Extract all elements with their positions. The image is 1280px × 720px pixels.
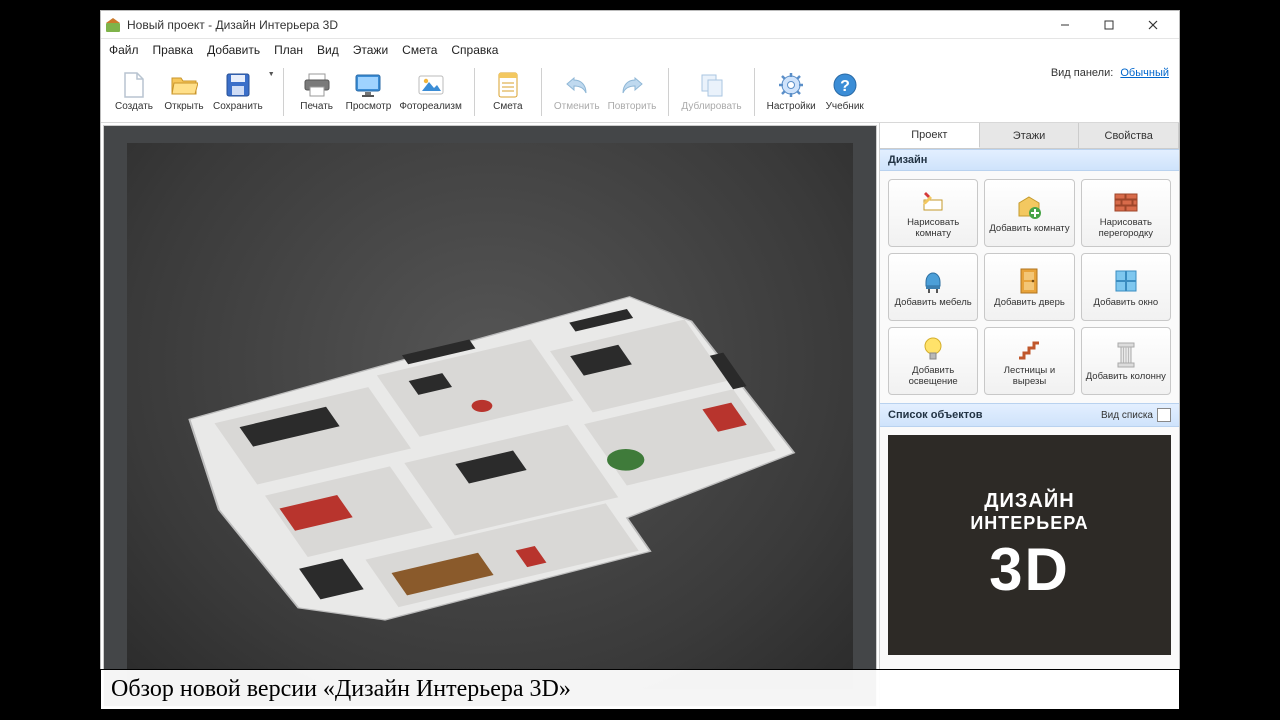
design-section-header: Дизайн <box>880 149 1179 171</box>
draw-partition-button[interactable]: Нарисовать перегородку <box>1081 179 1171 247</box>
undo-button[interactable]: Отменить <box>550 65 604 119</box>
video-caption: Обзор новой версии «Дизайн Интерьера 3D» <box>100 669 1180 710</box>
estimate-button[interactable]: Смета <box>483 65 533 119</box>
panel-mode: Вид панели: Обычный <box>1051 67 1169 79</box>
render-canvas <box>127 143 853 688</box>
add-furniture-button[interactable]: Добавить мебель <box>888 253 978 321</box>
add-column-button[interactable]: Добавить колонну <box>1081 327 1171 395</box>
help-icon: ? <box>831 71 859 99</box>
maximize-button[interactable] <box>1087 11 1131 39</box>
object-list: ДИЗАЙН ИНТЕРЬЕРА 3D <box>880 427 1179 709</box>
undo-icon <box>563 71 591 99</box>
3d-viewport[interactable] <box>103 125 877 707</box>
app-window: Новый проект - Дизайн Интерьера 3D Файл … <box>100 10 1180 710</box>
pencil-room-icon <box>919 187 947 215</box>
tab-project[interactable]: Проект <box>880 123 980 148</box>
minimize-button[interactable] <box>1043 11 1087 39</box>
window-icon <box>1112 267 1140 295</box>
app-icon <box>105 17 121 33</box>
estimate-icon <box>494 71 522 99</box>
window-title: Новый проект - Дизайн Интерьера 3D <box>127 18 338 32</box>
column-icon <box>1112 341 1140 369</box>
add-lighting-button[interactable]: Добавить освещение <box>888 327 978 395</box>
menu-add[interactable]: Добавить <box>207 43 260 57</box>
save-icon <box>224 71 252 99</box>
redo-button[interactable]: Повторить <box>604 65 661 119</box>
menu-plan[interactable]: План <box>274 43 303 57</box>
monitor-icon <box>354 71 382 99</box>
add-window-button[interactable]: Добавить окно <box>1081 253 1171 321</box>
menu-edit[interactable]: Правка <box>153 43 194 57</box>
side-tabs: Проект Этажи Свойства <box>880 123 1179 149</box>
tutorial-button[interactable]: ? Учебник <box>820 65 870 119</box>
save-button[interactable]: Сохранить <box>209 65 267 119</box>
preview-button[interactable]: Просмотр <box>342 65 396 119</box>
stairs-cuts-button[interactable]: Лестницы и вырезы <box>984 327 1074 395</box>
duplicate-button[interactable]: Дублировать <box>677 65 745 119</box>
chair-icon <box>919 267 947 295</box>
gear-icon <box>777 71 805 99</box>
toolbar: Создать Открыть Сохранить ▼ <box>101 61 1179 123</box>
create-button[interactable]: Создать <box>109 65 159 119</box>
tab-floors[interactable]: Этажи <box>980 123 1080 148</box>
add-room-icon <box>1015 193 1043 221</box>
menu-view[interactable]: Вид <box>317 43 339 57</box>
promo-banner: ДИЗАЙН ИНТЕРЬЕРА 3D <box>888 435 1171 655</box>
menu-floors[interactable]: Этажи <box>353 43 388 57</box>
menubar: Файл Правка Добавить План Вид Этажи Смет… <box>101 39 1179 61</box>
menu-help[interactable]: Справка <box>451 43 498 57</box>
menu-file[interactable]: Файл <box>109 43 139 57</box>
save-dropdown-icon[interactable]: ▼ <box>268 71 275 78</box>
tab-properties[interactable]: Свойства <box>1079 123 1179 148</box>
list-view-mode[interactable]: Вид списка <box>1101 408 1171 422</box>
side-panel: Проект Этажи Свойства Дизайн Нарисовать … <box>879 123 1179 709</box>
door-icon <box>1015 267 1043 295</box>
objects-section-header: Список объектов Вид списка <box>880 403 1179 427</box>
photorealism-button[interactable]: Фотореализм <box>395 65 466 119</box>
add-door-button[interactable]: Добавить дверь <box>984 253 1074 321</box>
new-file-icon <box>120 71 148 99</box>
duplicate-icon <box>698 71 726 99</box>
open-button[interactable]: Открыть <box>159 65 209 119</box>
folder-open-icon <box>170 71 198 99</box>
add-room-button[interactable]: Добавить комнату <box>984 179 1074 247</box>
menu-estimate[interactable]: Смета <box>402 43 437 57</box>
list-view-icon <box>1157 408 1171 422</box>
stairs-icon <box>1015 335 1043 363</box>
printer-icon <box>303 71 331 99</box>
panel-mode-link[interactable]: Обычный <box>1120 67 1169 79</box>
brick-wall-icon <box>1112 187 1140 215</box>
svg-text:?: ? <box>840 78 850 95</box>
render-icon <box>417 71 445 99</box>
redo-icon <box>618 71 646 99</box>
print-button[interactable]: Печать <box>292 65 342 119</box>
draw-room-button[interactable]: Нарисовать комнату <box>888 179 978 247</box>
close-button[interactable] <box>1131 11 1175 39</box>
bulb-icon <box>919 335 947 363</box>
titlebar: Новый проект - Дизайн Интерьера 3D <box>101 11 1179 39</box>
settings-button[interactable]: Настройки <box>763 65 820 119</box>
